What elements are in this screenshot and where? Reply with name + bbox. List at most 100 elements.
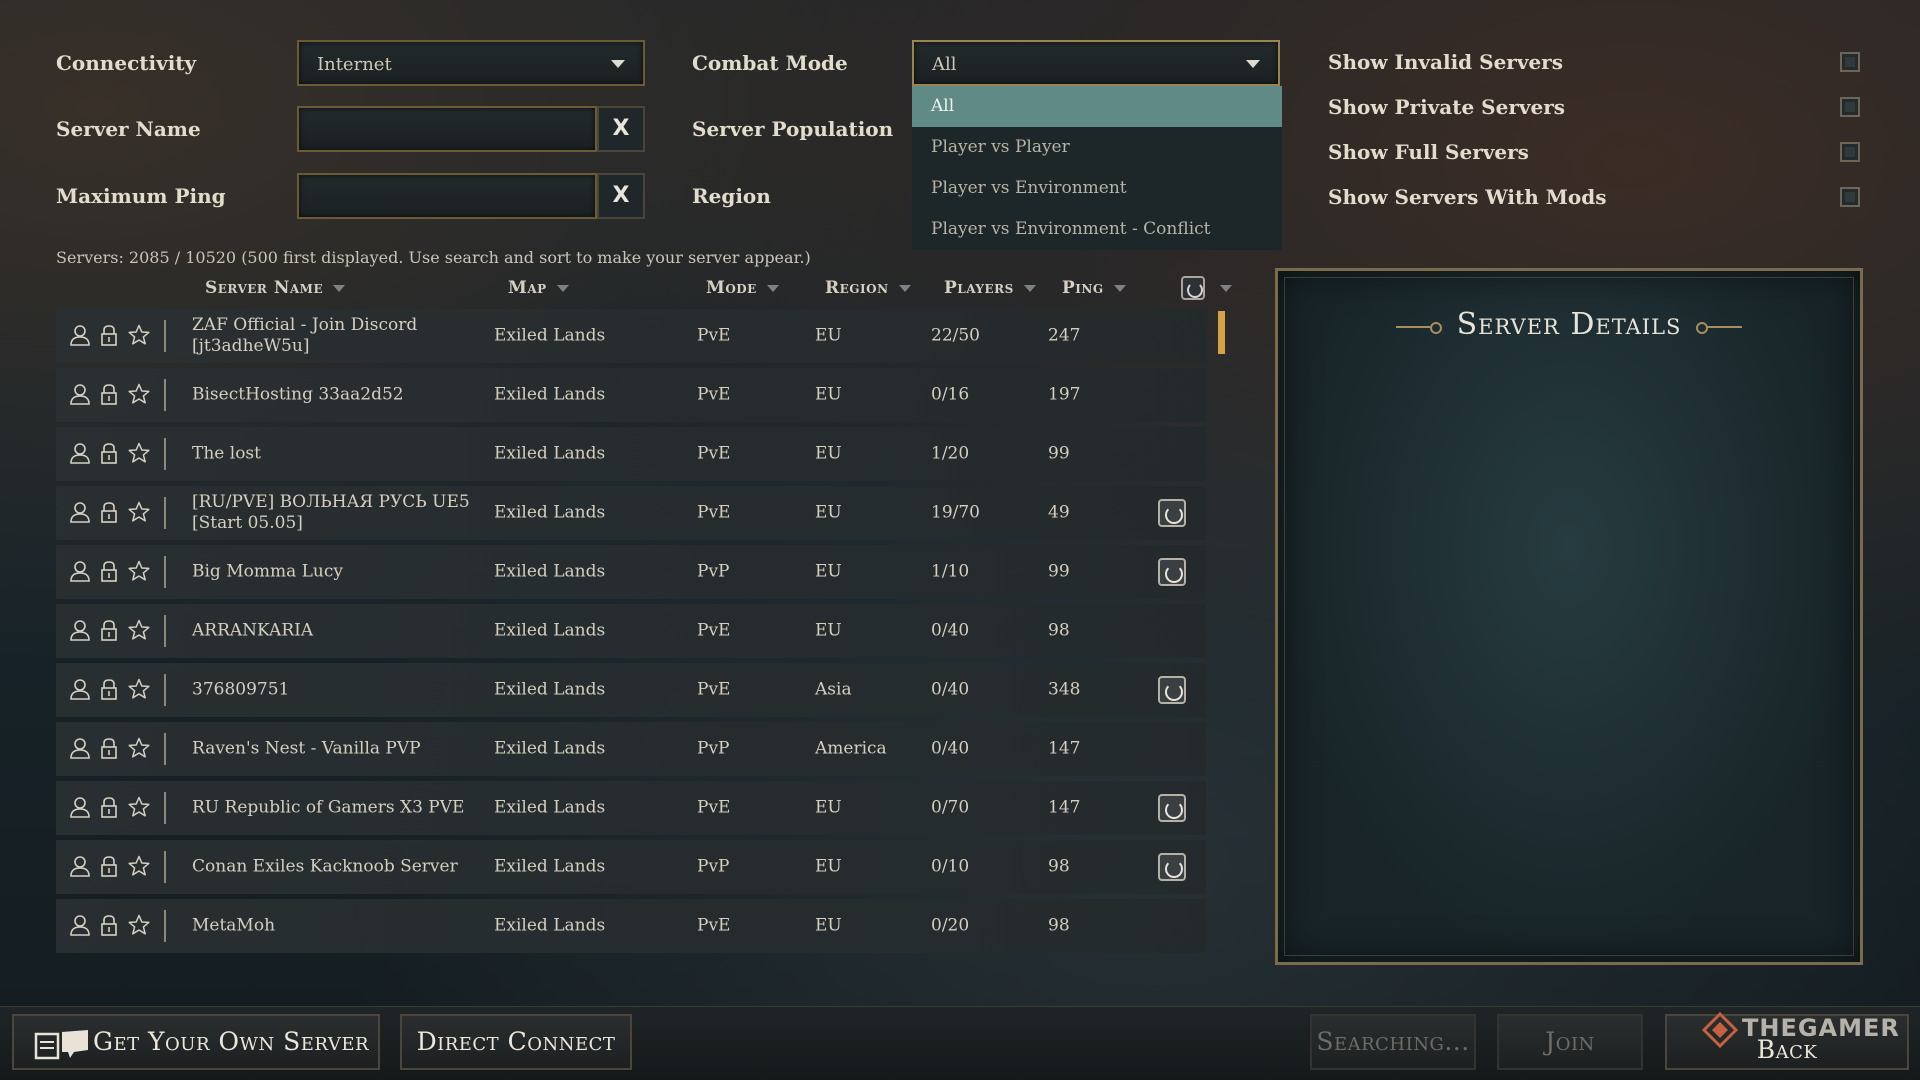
sort-icon [766,285,779,292]
server-mode: PvE [697,502,731,523]
scrollbar-thumb[interactable] [1218,311,1225,354]
get-your-own-server-button[interactable]: Get Your Own Server [12,1014,380,1070]
show-private-servers-checkbox[interactable] [1840,97,1860,117]
lock-icon [98,383,120,405]
player-icon [69,619,91,641]
show-servers-with-mods-checkbox[interactable] [1840,187,1860,207]
server-name-clear-button[interactable]: X [597,106,645,152]
column-header-mode-label: Mode [706,278,757,298]
server-ping: 49 [1048,502,1070,523]
server-name: The lost [192,443,261,464]
server-row[interactable]: RU Republic of Gamers X3 PVE Exiled Lands… [56,781,1206,835]
star-icon[interactable] [128,796,150,818]
server-mode: PvE [697,797,731,818]
server-region: Asia [815,679,852,700]
mods-icon[interactable] [1181,276,1205,300]
server-row[interactable]: ZAF Official - Join Discord [jt3adheW5u]… [56,309,1206,363]
connectivity-select[interactable]: Internet [297,40,645,86]
show-invalid-servers-checkbox[interactable] [1840,52,1860,72]
star-icon[interactable] [128,855,150,877]
sort-icon [1220,285,1232,292]
server-region: EU [815,502,842,523]
combat-mode-option-pve-conflict[interactable]: Player vs Environment - Conflict [912,209,1282,250]
player-icon [69,914,91,936]
server-name: ZAF Official - Join Discord [jt3adheW5u] [192,315,418,356]
server-mode: PvE [697,620,731,641]
ornament-right-icon [1696,322,1742,334]
column-header-players-label: Players [944,278,1014,298]
show-full-servers-label: Show Full Servers [1328,140,1529,164]
server-row[interactable]: BisectHosting 33aa2d52 Exiled Lands PvE EU 0… [56,368,1206,422]
sort-icon [556,285,569,292]
server-count-text: Servers: 2085 / 10520 (500 first display… [56,248,811,267]
combat-mode-option-pvp[interactable]: Player vs Player [912,127,1282,168]
connectivity-value: Internet [317,54,392,75]
server-mode: PvE [697,915,731,936]
star-icon[interactable] [128,383,150,405]
star-icon[interactable] [128,442,150,464]
max-ping-input[interactable] [297,173,597,219]
chevron-down-icon [611,60,625,68]
combat-mode-label: Combat Mode [692,51,848,75]
server-row[interactable]: Big Momma Lucy Exiled Lands PvP EU 1/10 99 [56,545,1206,599]
player-icon [69,855,91,877]
star-icon[interactable] [128,678,150,700]
column-header-players[interactable]: Players [944,278,1036,298]
sort-icon [333,285,346,292]
column-header-mode[interactable]: Mode [706,278,779,298]
server-name: Raven's Nest - Vanilla PVP [192,738,421,759]
server-map: Exiled Lands [494,738,606,759]
column-header-ping[interactable]: Ping [1062,278,1126,298]
column-header-region[interactable]: Region [825,278,911,298]
server-row[interactable]: MetaMoh Exiled Lands PvE EU 0/20 98 [56,899,1206,953]
row-divider [164,733,166,765]
player-icon [69,442,91,464]
sort-icon [1023,285,1036,292]
server-region: EU [815,915,842,936]
server-row[interactable]: Raven's Nest - Vanilla PVP Exiled Lands Pv… [56,722,1206,776]
mods-icon [1158,558,1186,586]
star-icon[interactable] [128,324,150,346]
direct-connect-button[interactable]: Direct Connect [400,1014,632,1070]
server-name-label: Server Name [56,117,201,141]
lock-icon [98,442,120,464]
column-header-name[interactable]: Server Name [205,278,346,298]
star-icon[interactable] [128,560,150,582]
server-map: Exiled Lands [494,856,606,877]
combat-mode-select[interactable]: All [912,40,1280,86]
server-players: 0/70 [931,797,970,818]
star-icon[interactable] [128,501,150,523]
column-header-name-label: Server Name [205,278,324,298]
server-row[interactable]: Conan Exiles Kacknoob Server Exiled Lands… [56,840,1206,894]
combat-mode-option-pve[interactable]: Player vs Environment [912,168,1282,209]
server-row[interactable]: 376809751 Exiled Lands PvE Asia 0/40 348 [56,663,1206,717]
column-header-map[interactable]: Map [508,278,569,298]
server-players: 0/16 [931,384,970,405]
server-players: 1/20 [931,443,970,464]
server-map: Exiled Lands [494,502,606,523]
show-full-servers-checkbox[interactable] [1840,142,1860,162]
server-row[interactable]: The lost Exiled Lands PvE EU 1/20 99 [56,427,1206,481]
row-divider [164,615,166,647]
server-name-input[interactable] [297,106,597,152]
server-region: EU [815,561,842,582]
row-divider [164,379,166,411]
server-mode: PvE [697,325,731,346]
combat-mode-option-all[interactable]: All [912,86,1282,127]
star-icon[interactable] [128,737,150,759]
server-row[interactable]: ARRANKARIA Exiled Lands PvE EU 0/40 98 [56,604,1206,658]
server-map: Exiled Lands [494,620,606,641]
max-ping-clear-button[interactable]: X [597,173,645,219]
server-icon [34,1030,88,1060]
star-icon[interactable] [128,619,150,641]
server-region: America [815,738,887,759]
star-icon[interactable] [128,914,150,936]
server-map: Exiled Lands [494,915,606,936]
server-players: 22/50 [931,325,980,346]
player-icon [69,383,91,405]
join-button[interactable]: Join [1497,1014,1643,1070]
connectivity-label: Connectivity [56,51,197,75]
server-row[interactable]: [RU/PVE] ВОЛЬНАЯ РУСЬ UE5 [Start 05.05] E… [56,486,1206,540]
server-map: Exiled Lands [494,679,606,700]
server-ping: 98 [1048,620,1070,641]
